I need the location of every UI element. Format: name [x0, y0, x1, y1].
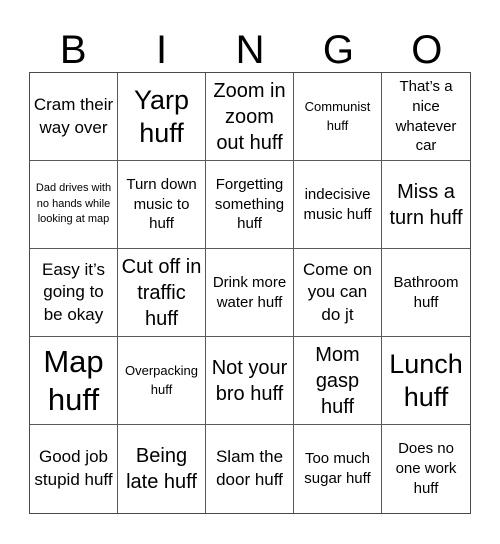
bingo-cell[interactable]: Cut off in traffic huff: [118, 249, 206, 337]
header-letter-g: G: [322, 28, 354, 72]
header-letter-o: O: [411, 28, 443, 72]
bingo-cell[interactable]: Dad drives with no hands while looking a…: [30, 161, 118, 249]
header-letter-b: B: [59, 28, 87, 72]
bingo-cell[interactable]: Come on you can do jt: [294, 249, 382, 337]
bingo-cell[interactable]: Zoom in zoom out huff: [206, 73, 294, 161]
bingo-cell[interactable]: Mom gasp huff: [294, 337, 382, 425]
bingo-cell[interactable]: indecisive music huff: [294, 161, 382, 249]
bingo-cell[interactable]: Too much sugar huff: [294, 425, 382, 513]
bingo-header: B I N G O: [29, 28, 471, 72]
header-letter-n: N: [235, 28, 265, 72]
bingo-cell[interactable]: Good job stupid huff: [30, 425, 118, 513]
bingo-cell[interactable]: Turn down music to huff: [118, 161, 206, 249]
bingo-cell[interactable]: Not your bro huff: [206, 337, 294, 425]
bingo-cell[interactable]: Map huff: [30, 337, 118, 425]
bingo-cell[interactable]: Cram their way over: [30, 73, 118, 161]
bingo-cell[interactable]: Communist huff: [294, 73, 382, 161]
bingo-cell[interactable]: Yarp huff: [118, 73, 206, 161]
bingo-cell[interactable]: Being late huff: [118, 425, 206, 513]
header-letter-i: I: [156, 28, 168, 72]
bingo-cell[interactable]: Miss a turn huff: [382, 161, 470, 249]
bingo-cell[interactable]: Drink more water huff: [206, 249, 294, 337]
bingo-cell[interactable]: That’s a nice whatever car: [382, 73, 470, 161]
bingo-cell[interactable]: Lunch huff: [382, 337, 470, 425]
bingo-grid: Cram their way over Yarp huff Zoom in zo…: [29, 72, 471, 514]
bingo-cell[interactable]: Forgetting something huff: [206, 161, 294, 249]
bingo-cell[interactable]: Bathroom huff: [382, 249, 470, 337]
bingo-cell[interactable]: Slam the door huff: [206, 425, 294, 513]
bingo-cell[interactable]: Easy it’s going to be okay: [30, 249, 118, 337]
bingo-cell[interactable]: Does no one work huff: [382, 425, 470, 513]
bingo-cell[interactable]: Overpacking huff: [118, 337, 206, 425]
